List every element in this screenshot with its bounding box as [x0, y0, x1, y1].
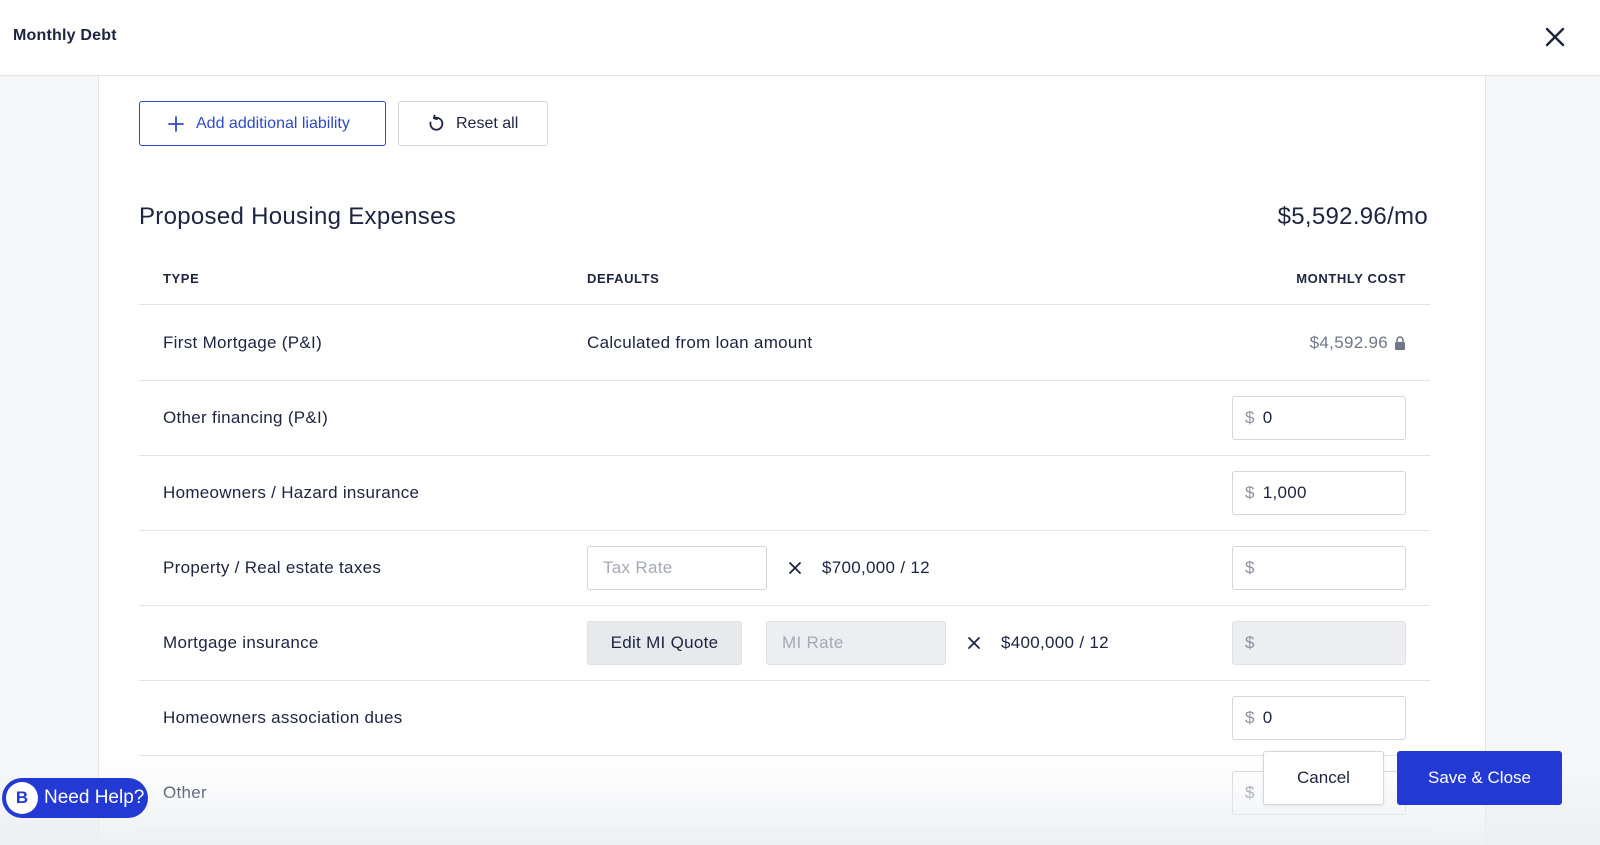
table-row: Other financing (P&I) $ 0 [139, 381, 1430, 456]
row-type: Homeowners / Hazard insurance [163, 483, 420, 502]
monthly-cost-input[interactable]: $ [1232, 621, 1406, 665]
currency-symbol: $ [1245, 708, 1255, 727]
row-type: Homeowners association dues [163, 708, 403, 727]
content-panel: Add additional liability Reset all Propo… [98, 76, 1486, 845]
row-defaults: Calculated from loan amount [587, 333, 813, 352]
tax-rate-input[interactable]: Tax Rate [587, 546, 767, 590]
help-logo-icon: B [6, 782, 38, 814]
row-type: Other [163, 783, 208, 802]
monthly-cost-input[interactable]: $ 0 [1232, 696, 1406, 740]
row-cost-value: $4,592.96 [1309, 333, 1388, 352]
cancel-button[interactable]: Cancel [1263, 751, 1384, 805]
input-value: 0 [1262, 408, 1273, 427]
table-row: First Mortgage (P&I) Calculated from loa… [139, 306, 1430, 381]
need-help-label: Need Help? [44, 787, 145, 808]
multiply-icon [789, 562, 801, 574]
modal-header: Monthly Debt [0, 0, 1600, 76]
add-liability-label: Add additional liability [196, 114, 350, 132]
table-row: Other $ [139, 756, 1430, 831]
monthly-cost-input[interactable]: $ 1,000 [1232, 471, 1406, 515]
table-row: Homeowners / Hazard insurance $ 1,000 [139, 456, 1430, 531]
header-monthly-cost: MONTHLY COST [1296, 271, 1406, 286]
reset-icon [429, 114, 444, 131]
tax-rate-placeholder: Tax Rate [603, 558, 673, 577]
edit-mi-quote-button[interactable]: Edit MI Quote [587, 621, 742, 665]
lock-icon [1395, 336, 1405, 350]
input-value: 0 [1262, 708, 1273, 727]
section-total: $5,592.96/mo [1277, 203, 1428, 230]
monthly-cost-input[interactable]: $ 0 [1232, 396, 1406, 440]
header-type: TYPE [163, 271, 200, 286]
currency-symbol: $ [1245, 633, 1255, 652]
multiply-icon [968, 637, 980, 649]
currency-symbol: $ [1245, 783, 1255, 802]
close-icon[interactable] [1542, 24, 1568, 50]
mi-rate-placeholder: MI Rate [782, 633, 844, 652]
need-help-button[interactable]: B Need Help? [2, 778, 148, 818]
reset-all-label: Reset all [456, 114, 519, 132]
table-row: Homeowners association dues $ 0 [139, 681, 1430, 756]
table-row: Mortgage insurance Edit MI Quote MI Rate… [139, 606, 1430, 681]
modal-title: Monthly Debt [13, 27, 117, 44]
row-cost: $4,592.96 [1310, 333, 1406, 353]
table-header: TYPE DEFAULTS MONTHLY COST [139, 271, 1430, 305]
row-type: First Mortgage (P&I) [163, 333, 323, 352]
input-value: 1,000 [1262, 483, 1307, 502]
plus-icon [168, 115, 184, 132]
save-close-button[interactable]: Save & Close [1397, 751, 1562, 805]
row-type: Other financing (P&I) [163, 408, 329, 427]
row-type: Property / Real estate taxes [163, 558, 382, 577]
currency-symbol: $ [1245, 558, 1255, 577]
header-defaults: DEFAULTS [587, 271, 660, 286]
currency-symbol: $ [1245, 483, 1255, 502]
reset-all-button[interactable]: Reset all [398, 101, 548, 146]
row-type: Mortgage insurance [163, 633, 319, 652]
mi-rate-input[interactable]: MI Rate [766, 621, 946, 665]
tax-multiplier: $700,000 / 12 [822, 558, 930, 577]
monthly-cost-input[interactable]: $ [1232, 546, 1406, 590]
section-title: Proposed Housing Expenses [139, 203, 457, 230]
mi-multiplier: $400,000 / 12 [1001, 633, 1109, 652]
currency-symbol: $ [1245, 408, 1255, 427]
add-liability-button[interactable]: Add additional liability [139, 101, 386, 146]
table-row: Property / Real estate taxes Tax Rate $7… [139, 531, 1430, 606]
